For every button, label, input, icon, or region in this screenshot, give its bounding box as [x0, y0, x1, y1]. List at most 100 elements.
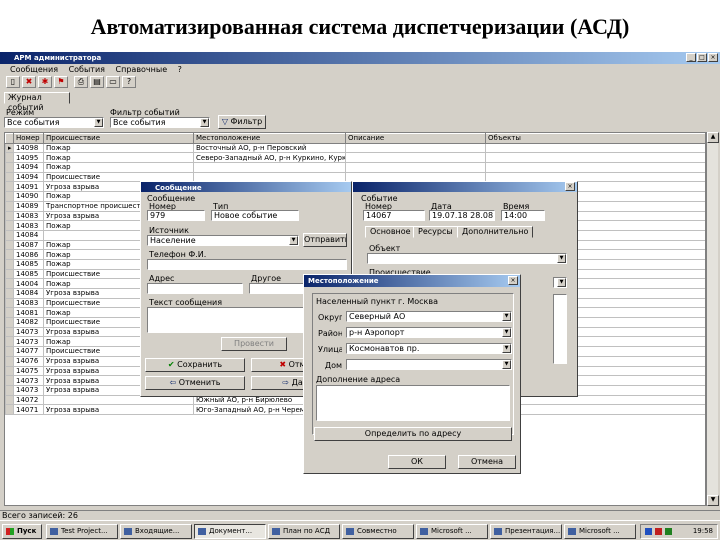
house-select[interactable]: ▼: [346, 359, 512, 370]
tab-main[interactable]: Основное: [365, 226, 416, 238]
column-header-location[interactable]: Местоположение: [193, 133, 346, 144]
taskbar-button[interactable]: План по АСД: [268, 524, 340, 539]
taskbar-button[interactable]: Входящие...: [120, 524, 192, 539]
column-header-objects[interactable]: Объекты: [485, 133, 705, 144]
address-extra-field[interactable]: [316, 385, 510, 421]
chevron-down-icon[interactable]: ▼: [200, 118, 209, 127]
filter-state-select[interactable]: Все события ▼: [110, 117, 210, 128]
column-header-incident[interactable]: Происшествие: [43, 133, 194, 144]
row-marker: [5, 210, 14, 222]
cell-number: 14075: [13, 365, 44, 377]
help-icon[interactable]: ?: [122, 76, 136, 88]
taskbar-button[interactable]: Test Project...: [46, 524, 118, 539]
row-marker: [5, 317, 14, 328]
row-marker: [5, 394, 14, 406]
message-dialog-title: Сообщение: [155, 184, 202, 192]
taskbar-button[interactable]: Документ...: [194, 524, 266, 539]
event-time-field[interactable]: 14:00: [501, 210, 545, 221]
row-marker: [5, 307, 14, 319]
maximize-icon[interactable]: □: [697, 53, 707, 62]
chevron-down-icon[interactable]: ▼: [502, 344, 511, 353]
location-dialog-titlebar: Местоположение ×: [304, 275, 520, 287]
message-source-select[interactable]: Население ▼: [147, 235, 299, 246]
message-type-field[interactable]: Новое событие: [211, 210, 299, 221]
column-header-description[interactable]: Описание: [345, 133, 486, 144]
menu-help[interactable]: ?: [178, 65, 182, 74]
tab-journal[interactable]: Журнал событий: [4, 92, 70, 112]
row-marker: [5, 162, 14, 173]
app-icon: [346, 528, 354, 535]
tray-icon[interactable]: [645, 528, 652, 535]
menu-messages[interactable]: Сообщения: [10, 65, 58, 74]
row-marker: [5, 181, 14, 193]
chevron-down-icon[interactable]: ▼: [502, 328, 511, 337]
process-button[interactable]: Провести: [221, 337, 287, 351]
location-dialog: Местоположение × Населенный пункт г. Мос…: [303, 274, 521, 474]
filter-state-label: Фильтр событий: [110, 108, 180, 117]
message-phone-field[interactable]: [147, 259, 347, 270]
start-button[interactable]: Пуск: [2, 524, 42, 539]
chevron-down-icon[interactable]: ▼: [557, 278, 566, 287]
event-notes-field[interactable]: [553, 294, 567, 364]
chevron-down-icon[interactable]: ▼: [289, 236, 298, 245]
minimize-icon[interactable]: _: [686, 53, 696, 62]
delete-icon[interactable]: ✖: [22, 76, 36, 88]
locate-by-address-button[interactable]: Определить по адресу: [314, 427, 512, 441]
taskbar-button[interactable]: Microsoft ...: [564, 524, 636, 539]
scroll-down-icon[interactable]: ▼: [707, 495, 719, 506]
chevron-down-icon[interactable]: ▼: [502, 360, 511, 369]
street-select[interactable]: Космонавтов пр. ▼: [346, 343, 512, 354]
taskbar-button[interactable]: Microsoft ...: [416, 524, 488, 539]
event-object-field[interactable]: ▼: [367, 253, 567, 264]
taskbar-button[interactable]: Совместно: [342, 524, 414, 539]
filter-button[interactable]: ▽ Фильтр: [218, 115, 266, 129]
close-icon[interactable]: ×: [565, 182, 575, 191]
folder-icon[interactable]: ▤: [90, 76, 104, 88]
menu-references[interactable]: Справочные: [116, 65, 168, 74]
table-row[interactable]: ▸ 14098 Пожар Восточный АО, р-н Перовский: [5, 142, 705, 154]
district-select[interactable]: Северный АО ▼: [346, 311, 512, 322]
menu-events[interactable]: События: [69, 65, 105, 74]
event-date-field[interactable]: 19.07.18 28.08: [429, 210, 495, 221]
close-icon[interactable]: ×: [508, 276, 518, 285]
row-marker: [5, 336, 14, 348]
chevron-down-icon[interactable]: ▼: [502, 312, 511, 321]
new-doc-icon[interactable]: ▯: [6, 76, 20, 88]
table-row[interactable]: 14095 Пожар Северо-Западный АО, р-н Куркин…: [5, 152, 705, 164]
cell-number: 14083: [13, 297, 44, 309]
tray-icon[interactable]: [665, 528, 672, 535]
column-header-number[interactable]: Номер: [13, 133, 44, 144]
event-number-field[interactable]: 14067: [363, 210, 425, 221]
message-address-field[interactable]: [147, 283, 243, 294]
app-icon: [420, 528, 428, 535]
location-cancel-button[interactable]: Отмена: [458, 455, 516, 469]
print-icon[interactable]: ⎙: [74, 76, 88, 88]
chevron-down-icon[interactable]: ▼: [557, 254, 566, 263]
message-number-field[interactable]: 979: [147, 210, 205, 221]
save-button[interactable]: ✔ Сохранить: [145, 358, 245, 372]
area-select[interactable]: р-н Аэропорт ▼: [346, 327, 512, 338]
cell-number: 14087: [13, 239, 44, 251]
message-dialog-titlebar: Сообщение: [141, 182, 351, 192]
send-button[interactable]: Отправить: [303, 233, 347, 247]
tray-icon[interactable]: [655, 528, 662, 535]
vertical-scrollbar[interactable]: ▲ ▼: [706, 132, 719, 506]
row-marker: [5, 326, 14, 338]
cell-number: 14077: [13, 346, 44, 357]
flag-icon[interactable]: ⚑: [54, 76, 68, 88]
window-icon[interactable]: ▭: [106, 76, 120, 88]
filter-kind-select[interactable]: Все события ▼: [4, 117, 104, 128]
taskbar-button[interactable]: Презентация...: [490, 524, 562, 539]
ok-button[interactable]: ОК: [388, 455, 446, 469]
scroll-up-icon[interactable]: ▲: [707, 132, 719, 143]
cancel-button[interactable]: ⇦ Отменить: [145, 376, 245, 390]
table-row[interactable]: 14094 Пожар: [5, 162, 705, 173]
taskbar: Пуск Test Project... Входящие... Документ.…: [0, 520, 720, 540]
message-address-label: Адрес: [149, 274, 175, 283]
chevron-down-icon[interactable]: ▼: [94, 118, 103, 127]
event-type-field[interactable]: ▼: [553, 277, 567, 288]
red-star-icon[interactable]: ✱: [38, 76, 52, 88]
tab-resources[interactable]: Ресурсы: [413, 226, 458, 238]
close-icon[interactable]: ×: [708, 53, 718, 62]
tab-additional[interactable]: Дополнительно: [457, 226, 534, 238]
